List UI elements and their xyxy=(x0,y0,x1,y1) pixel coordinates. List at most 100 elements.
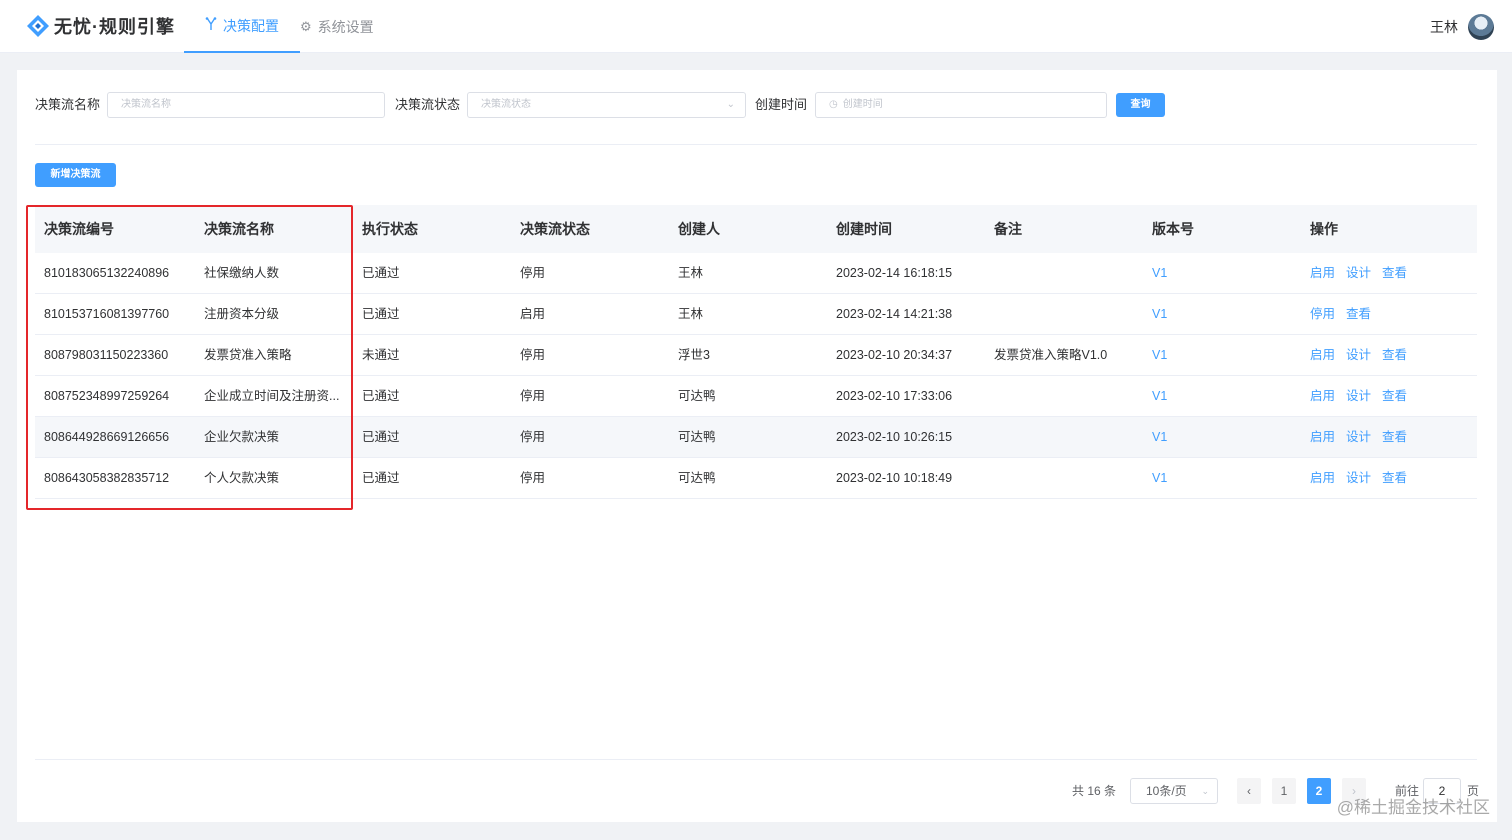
filter-form: 决策流名称 决策流名称 决策流状态 决策流状态 ⌄ 创建时间 ◷ 创建时间 查询 xyxy=(35,92,1475,118)
cell-flow-status: 停用 xyxy=(520,430,546,444)
query-button[interactable]: 查询 xyxy=(1116,93,1165,117)
cell-created: 2023-02-10 17:33:06 xyxy=(836,389,953,403)
col-header-created: 创建时间 xyxy=(836,221,892,237)
create-time-label: 创建时间 xyxy=(755,97,808,112)
view-action[interactable]: 查看 xyxy=(1382,376,1407,416)
gear-icon: ⚙ xyxy=(300,18,312,34)
row-actions: 启用 设计 查看 xyxy=(1301,417,1437,457)
col-header-name: 决策流名称 xyxy=(204,221,274,237)
page-1-button[interactable]: 1 xyxy=(1272,778,1296,804)
view-action[interactable]: 查看 xyxy=(1382,458,1407,498)
version-link[interactable]: V1 xyxy=(1143,253,1301,293)
chevron-down-icon: ⌄ xyxy=(726,99,735,110)
cell-id: 810183065132240896 xyxy=(44,266,170,280)
col-header-exec-status: 执行状态 xyxy=(362,221,418,237)
create-time-picker[interactable]: ◷ 创建时间 xyxy=(815,92,1107,118)
view-action[interactable]: 查看 xyxy=(1382,253,1407,293)
app-logo[interactable]: 无忧·规则引擎 xyxy=(26,12,175,40)
design-action[interactable]: 设计 xyxy=(1346,335,1371,375)
view-action[interactable]: 查看 xyxy=(1346,294,1371,334)
cell-creator: 王林 xyxy=(678,266,704,280)
cell-exec-status: 已通过 xyxy=(362,389,400,403)
page-size-select[interactable]: 10条/页 ⌄ xyxy=(1130,778,1218,804)
flow-name-placeholder: 决策流名称 xyxy=(121,99,171,110)
row-actions: 启用 设计 查看 xyxy=(1301,335,1437,375)
tab-decision-config[interactable]: 决策配置 xyxy=(184,0,300,53)
tab-decision-config-label: 决策配置 xyxy=(223,17,279,34)
version-link[interactable]: V1 xyxy=(1143,458,1301,498)
user-menu[interactable]: 王林 xyxy=(1430,13,1494,41)
decision-flow-table: 决策流编号 决策流名称 执行状态 决策流状态 创建人 创建时间 备注 版本号 操… xyxy=(35,205,1477,499)
flow-status-select[interactable]: 决策流状态 ⌄ xyxy=(467,92,746,118)
table-row: 808752348997259264 企业成立时间及注册资... 已通过 停用 … xyxy=(35,376,1477,417)
cell-remark: 发票贷准入策略V1.0 xyxy=(994,348,1108,362)
version-link[interactable]: V1 xyxy=(1143,376,1301,416)
cell-name: 个人欠款决策 xyxy=(204,471,280,485)
design-action[interactable]: 设计 xyxy=(1346,253,1371,293)
design-action[interactable]: 设计 xyxy=(1346,458,1371,498)
cell-exec-status: 未通过 xyxy=(362,348,400,362)
cell-name: 社保缴纳人数 xyxy=(204,266,280,280)
version-link[interactable]: V1 xyxy=(1143,335,1301,375)
version-link[interactable]: V1 xyxy=(1143,417,1301,457)
col-header-id: 决策流编号 xyxy=(44,221,114,237)
col-header-version: 版本号 xyxy=(1152,221,1194,237)
tab-system-settings-label: 系统设置 xyxy=(317,18,374,35)
table-row: 808798031150223360 发票贷准入策略 未通过 停用 浮世3 20… xyxy=(35,335,1477,376)
design-action[interactable]: 设计 xyxy=(1346,376,1371,416)
enable-action[interactable]: 启用 xyxy=(1310,376,1335,416)
cell-name: 企业欠款决策 xyxy=(204,430,280,444)
cell-flow-status: 启用 xyxy=(520,307,546,321)
pagination-divider xyxy=(35,759,1477,760)
cell-creator: 王林 xyxy=(678,307,704,321)
flow-status-label: 决策流状态 xyxy=(395,97,461,112)
cell-name: 企业成立时间及注册资... xyxy=(204,389,340,403)
page-2-button[interactable]: 2 xyxy=(1307,778,1331,804)
cell-exec-status: 已通过 xyxy=(362,307,400,321)
avatar[interactable] xyxy=(1468,14,1494,40)
col-header-flow-status: 决策流状态 xyxy=(520,221,590,237)
flow-name-input[interactable]: 决策流名称 xyxy=(107,92,385,118)
cell-created: 2023-02-10 20:34:37 xyxy=(836,348,953,362)
top-header: 无忧·规则引擎 决策配置 ⚙ 系统设置 王林 xyxy=(0,0,1512,53)
cell-flow-status: 停用 xyxy=(520,266,546,280)
cell-id: 810153716081397760 xyxy=(44,307,170,321)
user-name: 王林 xyxy=(1430,19,1458,35)
enable-action[interactable]: 启用 xyxy=(1310,417,1335,457)
cell-id: 808752348997259264 xyxy=(44,389,170,403)
cell-id: 808644928669126656 xyxy=(44,430,170,444)
page-size-value: 10条/页 xyxy=(1146,784,1187,798)
enable-action[interactable]: 启用 xyxy=(1310,253,1335,293)
cell-exec-status: 已通过 xyxy=(362,471,400,485)
cell-created: 2023-02-10 10:26:15 xyxy=(836,430,953,444)
enable-action[interactable]: 启用 xyxy=(1310,458,1335,498)
prev-page-button[interactable]: ‹ xyxy=(1237,778,1261,804)
cell-creator: 可达鸭 xyxy=(678,430,716,444)
cell-remark xyxy=(985,294,1143,334)
disable-action[interactable]: 停用 xyxy=(1310,294,1335,334)
tab-system-settings[interactable]: ⚙ 系统设置 xyxy=(300,0,390,53)
clock-icon: ◷ xyxy=(829,99,838,110)
view-action[interactable]: 查看 xyxy=(1382,417,1407,457)
cell-creator: 可达鸭 xyxy=(678,389,716,403)
col-header-creator: 创建人 xyxy=(678,221,720,237)
enable-action[interactable]: 启用 xyxy=(1310,335,1335,375)
main-card: 决策流名称 决策流名称 决策流状态 决策流状态 ⌄ 创建时间 ◷ 创建时间 查询 … xyxy=(17,70,1497,822)
cell-name: 发票贷准入策略 xyxy=(204,348,292,362)
table-header: 决策流编号 决策流名称 执行状态 决策流状态 创建人 创建时间 备注 版本号 操… xyxy=(35,205,1477,253)
pagination-total: 共 16 条 xyxy=(1072,784,1117,798)
cell-created: 2023-02-14 16:18:15 xyxy=(836,266,953,280)
cell-exec-status: 已通过 xyxy=(362,430,400,444)
cell-created: 2023-02-10 10:18:49 xyxy=(836,471,953,485)
table-row: 808643058382835712 个人欠款决策 已通过 停用 可达鸭 202… xyxy=(35,458,1477,499)
row-actions: 启用 设计 查看 xyxy=(1301,376,1437,416)
cell-id: 808643058382835712 xyxy=(44,471,170,485)
version-link[interactable]: V1 xyxy=(1143,294,1301,334)
cell-flow-status: 停用 xyxy=(520,471,546,485)
cell-remark xyxy=(985,376,1143,416)
view-action[interactable]: 查看 xyxy=(1382,335,1407,375)
table-row: 810183065132240896 社保缴纳人数 已通过 停用 王林 2023… xyxy=(35,253,1477,294)
design-action[interactable]: 设计 xyxy=(1346,417,1371,457)
add-flow-button[interactable]: 新增决策流 xyxy=(35,163,116,187)
col-header-remark: 备注 xyxy=(994,221,1022,237)
